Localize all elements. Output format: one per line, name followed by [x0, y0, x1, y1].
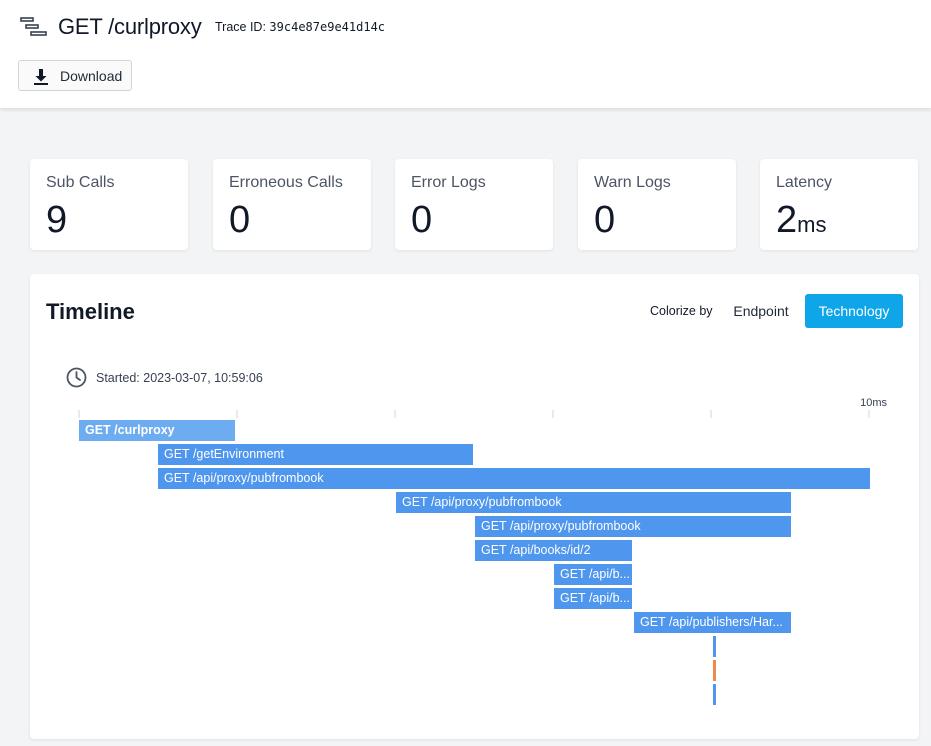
trace-header: GET /curlproxy Trace ID: 39c4e87e9e41d14…	[0, 0, 931, 108]
stat-label: Latency	[776, 174, 833, 191]
download-button[interactable]: Download	[18, 60, 132, 91]
stat-card-warn-logs: Warn Logs 0	[578, 159, 736, 250]
stat-value-wrap: 0	[594, 199, 615, 242]
trace-icon	[20, 17, 47, 36]
axis-scale-label: 10ms	[860, 397, 887, 409]
stat-card-latency: Latency 2ms	[760, 159, 918, 250]
page-title: GET /curlproxy	[58, 14, 202, 39]
stat-value-wrap: 0	[411, 199, 432, 242]
span-bar[interactable]: GET /api/b...	[554, 588, 632, 609]
trace-id-label: Trace ID:	[215, 20, 266, 34]
stat-unit: ms	[797, 212, 827, 237]
span-marker-blue[interactable]	[713, 684, 716, 705]
stat-value: 0	[229, 199, 251, 241]
stat-label: Warn Logs	[594, 174, 671, 191]
stat-value-wrap: 2ms	[776, 199, 826, 242]
trace-id-value: 39c4e87e9e41d14c	[269, 20, 386, 34]
stat-value: 9	[46, 199, 68, 241]
span-bar[interactable]: GET /api/proxy/pubfrombook	[158, 468, 870, 489]
download-label: Download	[60, 68, 123, 84]
stat-value-wrap: 9	[46, 199, 67, 242]
span-bar[interactable]: GET /api/b...	[554, 564, 632, 585]
download-icon	[34, 69, 48, 85]
span-bar[interactable]: GET /getEnvironment	[158, 444, 473, 465]
span-marker-blue[interactable]	[713, 636, 716, 657]
stat-value-wrap: 0	[229, 199, 250, 242]
stat-label: Error Logs	[411, 174, 486, 191]
stat-card-error-logs: Error Logs 0	[395, 159, 553, 250]
trace-id: Trace ID: 39c4e87e9e41d14c	[215, 20, 385, 34]
span-bar[interactable]: GET /api/proxy/pubfrombook	[475, 516, 791, 537]
span-bar[interactable]: GET /api/proxy/pubfrombook	[396, 492, 791, 513]
span-bar[interactable]: GET /curlproxy	[79, 420, 235, 441]
span-bar[interactable]: GET /api/books/id/2	[475, 540, 632, 561]
span-bar[interactable]: GET /api/publishers/Har...	[634, 612, 791, 633]
stat-value: 2	[776, 199, 798, 241]
stat-value: 0	[594, 199, 616, 241]
stat-card-erroneous-calls: Erroneous Calls 0	[213, 159, 371, 250]
stat-card-sub-calls: Sub Calls 9	[30, 159, 188, 250]
stat-value: 0	[411, 199, 433, 241]
timeline-panel: Timeline Colorize by Endpoint Technology…	[30, 274, 919, 739]
span-marker-orange[interactable]	[713, 660, 716, 681]
stat-label: Erroneous Calls	[229, 174, 343, 191]
stat-label: Sub Calls	[46, 174, 115, 191]
